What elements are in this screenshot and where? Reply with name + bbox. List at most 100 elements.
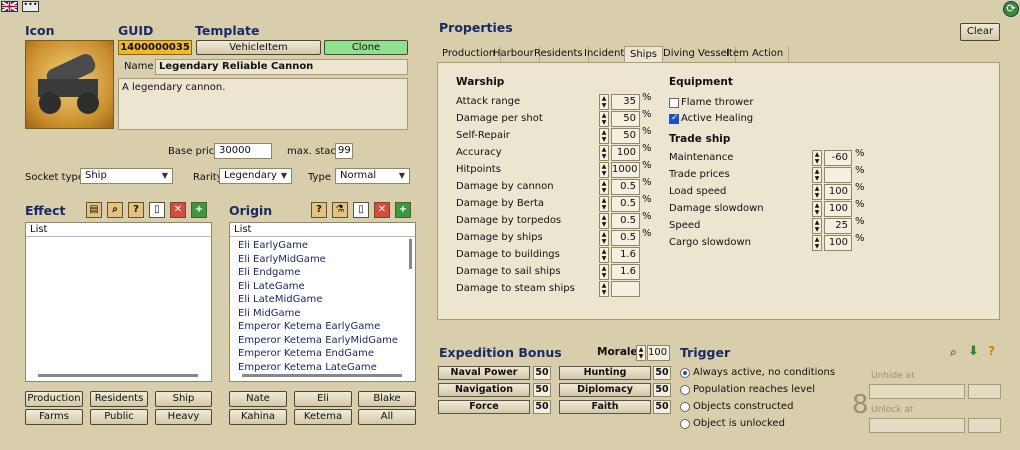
base-price-field[interactable]: 30000 — [214, 143, 272, 159]
vertical-scrollbar[interactable] — [409, 239, 412, 269]
naval-power-button[interactable]: Naval Power — [438, 366, 530, 380]
type-select[interactable]: Normal ▼ — [335, 168, 410, 184]
flame-thrower-checkbox[interactable] — [669, 98, 679, 108]
add-icon[interactable]: + — [191, 202, 207, 218]
rarity-select[interactable]: Legendary ▼ — [219, 168, 292, 184]
warship-stat-stepper[interactable]: ▲ ▼ — [599, 162, 609, 178]
effect-heavy-button[interactable]: Heavy — [155, 409, 212, 425]
origin-kahina-button[interactable]: Kahina — [229, 409, 287, 425]
name-field[interactable]: Legendary Reliable Cannon — [155, 59, 408, 75]
warship-stat-value-field[interactable]: 0.5 — [611, 196, 640, 212]
warship-stat-stepper[interactable]: ▲ ▼ — [599, 247, 609, 263]
max-stack-field[interactable]: 99 — [335, 143, 353, 159]
unlock-at-select[interactable] — [869, 418, 965, 433]
trade-stat-stepper[interactable]: ▲ ▼ — [812, 218, 822, 234]
hunting-button[interactable]: Hunting — [559, 366, 651, 380]
template-field[interactable]: VehicleItem — [196, 40, 321, 55]
warship-stat-stepper[interactable]: ▲ ▼ — [599, 213, 609, 229]
list-item[interactable]: Emperor Ketema LateGame — [230, 361, 415, 375]
list-item[interactable]: Eli LateMidGame — [230, 293, 415, 307]
add-icon[interactable]: + — [395, 202, 411, 218]
description-field[interactable]: A legendary cannon. — [118, 78, 408, 130]
warship-stat-stepper[interactable]: ▲ ▼ — [599, 145, 609, 161]
help-icon[interactable]: ? — [988, 344, 995, 358]
effect-residents-button[interactable]: Residents — [90, 391, 148, 407]
clone-button[interactable]: Clone — [324, 40, 408, 55]
warship-stat-value-field[interactable]: 50 — [611, 111, 640, 127]
unhide-at-select[interactable] — [869, 384, 965, 399]
warship-stat-stepper[interactable]: ▲ ▼ — [599, 128, 609, 144]
item-icon-image[interactable] — [25, 40, 114, 129]
trade-stat-stepper[interactable]: ▲ ▼ — [812, 184, 822, 200]
warship-stat-value-field[interactable]: 35 — [611, 94, 640, 110]
search-icon[interactable]: ⌕ — [950, 345, 957, 360]
trigger-population-radio[interactable] — [680, 385, 690, 395]
warship-stat-stepper[interactable]: ▲ ▼ — [599, 230, 609, 246]
list-item[interactable]: Eli LateGame — [230, 280, 415, 294]
trade-stat-value-field[interactable]: 100 — [824, 184, 852, 200]
warship-stat-stepper[interactable]: ▲ ▼ — [599, 196, 609, 212]
faith-value[interactable]: 50 — [653, 400, 671, 414]
effect-list[interactable]: List — [25, 222, 212, 382]
hunting-value[interactable]: 50 — [653, 366, 671, 380]
tab-item-action[interactable]: Item Action — [721, 46, 790, 62]
warship-stat-value-field[interactable]: 0.5 — [611, 230, 640, 246]
morale-field[interactable]: 100 — [647, 345, 670, 361]
flask-icon[interactable]: ⚗ — [332, 202, 348, 218]
search-icon[interactable]: ⌕ — [107, 202, 123, 218]
arrow-down-icon[interactable]: ⬇ — [968, 344, 979, 359]
list-item[interactable]: Eli MidGame — [230, 307, 415, 321]
warship-stat-value-field[interactable]: 0.5 — [611, 213, 640, 229]
delete-icon[interactable]: ✕ — [374, 202, 390, 218]
origin-nate-button[interactable]: Nate — [229, 391, 287, 407]
horizontal-scrollbar[interactable] — [38, 374, 198, 377]
refresh-icon[interactable]: ⟳ — [1003, 1, 1019, 17]
new-file-icon[interactable]: ▯ — [353, 202, 369, 218]
trade-stat-value-field[interactable] — [824, 167, 852, 183]
trade-stat-stepper[interactable]: ▲ ▼ — [812, 167, 822, 183]
language-flag-icon[interactable] — [1, 1, 18, 12]
trigger-unlocked-radio[interactable] — [680, 419, 690, 429]
trade-stat-value-field[interactable]: 25 — [824, 218, 852, 234]
trade-stat-value-field[interactable]: 100 — [824, 201, 852, 217]
force-value[interactable]: 50 — [533, 400, 551, 414]
effect-ship-button[interactable]: Ship — [155, 391, 212, 407]
warship-stat-value-field[interactable] — [611, 281, 640, 297]
origin-eli-button[interactable]: Eli — [294, 391, 352, 407]
force-button[interactable]: Force — [438, 400, 530, 414]
horizontal-scrollbar[interactable] — [242, 374, 402, 377]
trade-stat-stepper[interactable]: ▲ ▼ — [812, 235, 822, 251]
unhide-at-value[interactable] — [968, 384, 1001, 399]
warship-stat-value-field[interactable]: 1.6 — [611, 264, 640, 280]
more-options-icon[interactable]: ••• — [22, 1, 39, 12]
clear-button[interactable]: Clear — [960, 23, 1000, 41]
navigation-button[interactable]: Navigation — [438, 383, 530, 397]
origin-ketema-button[interactable]: Ketema — [294, 409, 352, 425]
open-folder-icon[interactable]: ▤ — [86, 202, 102, 218]
effect-public-button[interactable]: Public — [90, 409, 148, 425]
trigger-always-radio[interactable] — [680, 368, 690, 378]
origin-blake-button[interactable]: Blake — [358, 391, 416, 407]
origin-all-button[interactable]: All — [358, 409, 416, 425]
warship-stat-value-field[interactable]: 100 — [611, 145, 640, 161]
trigger-objects-radio[interactable] — [680, 402, 690, 412]
warship-stat-stepper[interactable]: ▲ ▼ — [599, 94, 609, 110]
faith-button[interactable]: Faith — [559, 400, 651, 414]
help-icon[interactable]: ? — [311, 202, 327, 218]
trade-stat-value-field[interactable]: -60 — [824, 150, 852, 166]
active-healing-checkbox[interactable] — [669, 113, 679, 124]
origin-list[interactable]: List Eli EarlyGame Eli EarlyMidGame Eli … — [229, 222, 416, 382]
warship-stat-value-field[interactable]: 1.6 — [611, 247, 640, 263]
effect-production-button[interactable]: Production — [25, 391, 83, 407]
new-file-icon[interactable]: ▯ — [149, 202, 165, 218]
warship-stat-stepper[interactable]: ▲ ▼ — [599, 179, 609, 195]
list-item[interactable]: Eli Endgame — [230, 266, 415, 280]
warship-stat-stepper[interactable]: ▲ ▼ — [599, 264, 609, 280]
unlock-at-value[interactable] — [968, 418, 1001, 433]
trade-stat-stepper[interactable]: ▲ ▼ — [812, 150, 822, 166]
trade-stat-stepper[interactable]: ▲ ▼ — [812, 201, 822, 217]
warship-stat-stepper[interactable]: ▲ ▼ — [599, 281, 609, 297]
morale-stepper[interactable]: ▲ ▼ — [636, 345, 646, 361]
delete-icon[interactable]: ✕ — [170, 202, 186, 218]
warship-stat-value-field[interactable]: 50 — [611, 128, 640, 144]
